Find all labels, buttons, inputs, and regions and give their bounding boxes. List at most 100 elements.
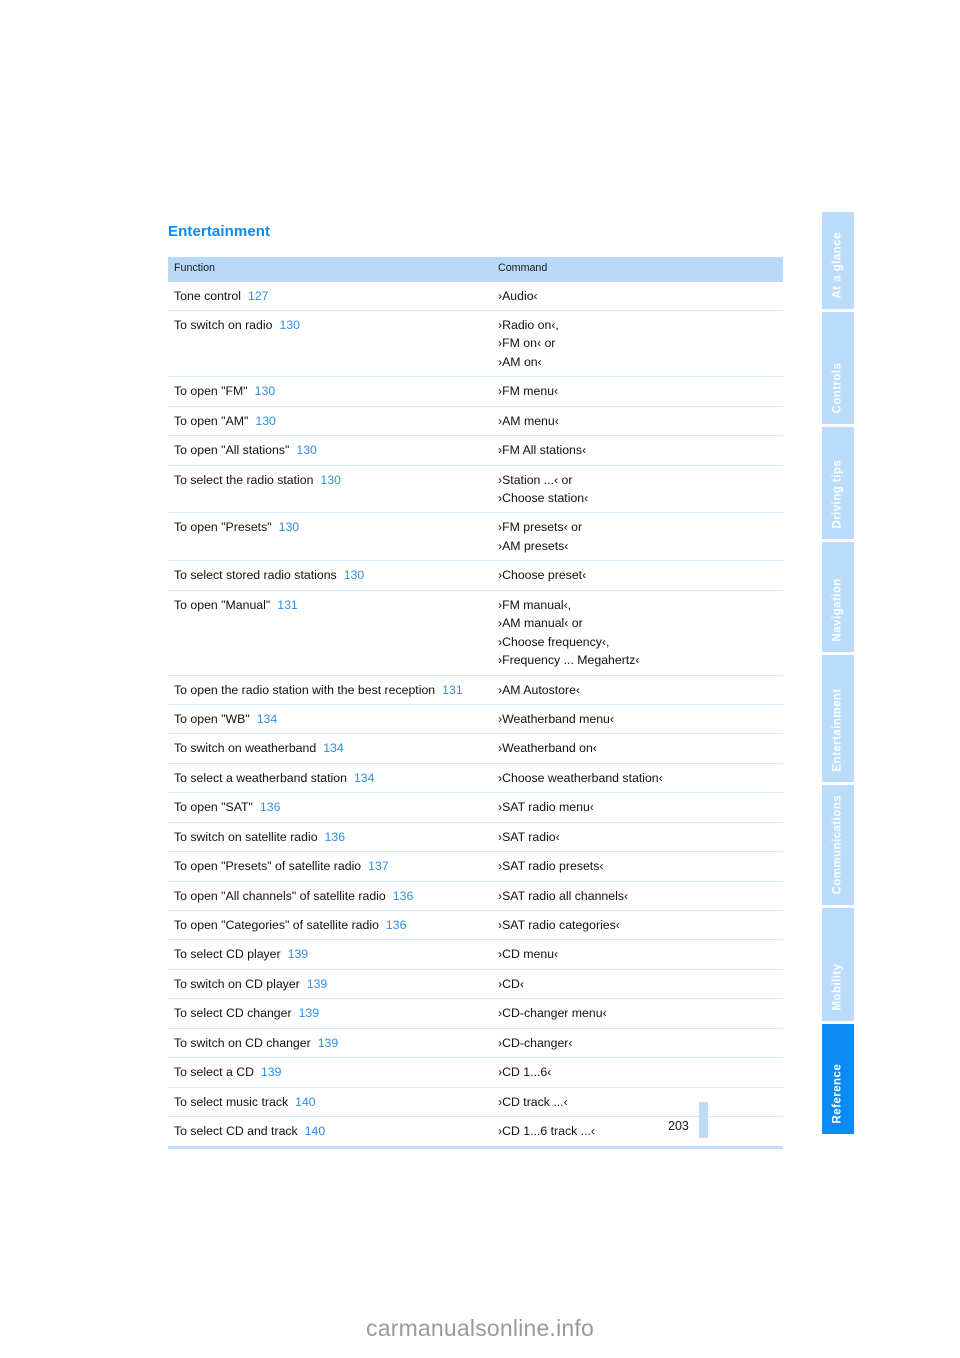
page-reference-link[interactable]: 134 bbox=[323, 741, 344, 755]
table-row: To select stored radio stations 130 ›Choos… bbox=[168, 560, 783, 591]
command-line: ›AM Autostore‹ bbox=[498, 682, 581, 697]
function-label: To select the radio station bbox=[174, 472, 314, 487]
page-reference-link[interactable]: 131 bbox=[277, 598, 298, 612]
cell-function: To select a CD 139 bbox=[168, 1057, 492, 1088]
command-line: ›SAT radio presets‹ bbox=[498, 859, 604, 874]
page-reference-link[interactable]: 137 bbox=[368, 859, 389, 873]
manual-page: Entertainment Function Command Tone cont… bbox=[0, 0, 960, 1358]
page-reference-link[interactable]: 136 bbox=[393, 889, 414, 903]
page-reference-link[interactable]: 130 bbox=[320, 473, 341, 487]
command-line: ›SAT radio menu‹ bbox=[498, 800, 594, 815]
cell-function: To open "Categories" of satellite radio 1… bbox=[168, 909, 492, 940]
cell-function: To open "Presets" of satellite radio 137 bbox=[168, 851, 492, 882]
function-label: To open "Presets" bbox=[174, 520, 272, 535]
chapter-tab-communications[interactable]: Communications bbox=[822, 785, 854, 905]
chapter-tab-mobility[interactable]: Mobility bbox=[822, 908, 854, 1021]
command-line: ›Frequency ... Megahertz‹ bbox=[498, 653, 640, 668]
page-reference-link[interactable]: 140 bbox=[295, 1095, 316, 1109]
command-line: ›AM menu‹ bbox=[498, 413, 559, 428]
chapter-tab-label: Communications bbox=[831, 794, 844, 894]
cell-command: ›Weatherband on‹ bbox=[492, 733, 783, 764]
page-reference-link[interactable]: 139 bbox=[288, 947, 309, 961]
page-reference-link[interactable]: 139 bbox=[307, 977, 328, 991]
cell-function: To select a weatherband station 134 bbox=[168, 762, 492, 793]
cell-function: To select CD player 139 bbox=[168, 939, 492, 970]
command-line: ›FM menu‹ bbox=[498, 384, 559, 399]
page-reference-link[interactable]: 134 bbox=[354, 771, 375, 785]
page-reference-link[interactable]: 136 bbox=[260, 800, 281, 814]
page-reference-link[interactable]: 130 bbox=[296, 443, 317, 457]
page-reference-link[interactable]: 131 bbox=[442, 683, 463, 697]
chapter-tab-driving-tips[interactable]: Driving tips bbox=[822, 427, 854, 539]
cell-command: ›SAT radio‹ bbox=[492, 821, 783, 852]
table-row: To open "All stations" 130 ›FM All station… bbox=[168, 435, 783, 466]
chapter-tab-navigation[interactable]: Navigation bbox=[822, 542, 854, 652]
command-line: ›Audio‹ bbox=[498, 288, 538, 303]
table-row: To select a weatherband station 134 ›Choos… bbox=[168, 762, 783, 793]
page-reference-link[interactable]: 130 bbox=[279, 520, 300, 534]
function-label: To open "Manual" bbox=[174, 597, 271, 612]
cell-function: To switch on CD changer 139 bbox=[168, 1027, 492, 1058]
page-reference-link[interactable]: 139 bbox=[318, 1036, 339, 1050]
cell-command: ›FM All stations‹ bbox=[492, 435, 783, 466]
cell-command: ›CD menu‹ bbox=[492, 939, 783, 970]
page-reference-link[interactable]: 127 bbox=[248, 289, 269, 303]
cell-command: ›SAT radio menu‹ bbox=[492, 792, 783, 823]
command-line: ›Choose weatherband station‹ bbox=[498, 770, 663, 785]
chapter-tab-label: Controls bbox=[831, 362, 844, 413]
command-line: ›CD-changer‹ bbox=[498, 1035, 573, 1050]
table-row: To open "Manual" 131 ›FM manual‹, ›AM manua… bbox=[168, 589, 783, 675]
cell-command: ›CD 1...6 track ...‹ bbox=[492, 1116, 783, 1149]
function-label: To switch on satellite radio bbox=[174, 829, 318, 844]
function-label: To open "AM" bbox=[174, 413, 249, 428]
table-row: To open "Presets" of satellite radio 137 ›… bbox=[168, 851, 783, 882]
table-row: To open "FM" 130 ›FM menu‹ bbox=[168, 376, 783, 407]
table-row: To open the radio station with the best … bbox=[168, 674, 783, 705]
function-label: To select stored radio stations bbox=[174, 568, 337, 583]
cell-function: To select CD changer 139 bbox=[168, 998, 492, 1029]
page-reference-link[interactable]: 130 bbox=[279, 318, 300, 332]
page-number: 203 bbox=[668, 1119, 689, 1134]
folio-rule bbox=[698, 1102, 708, 1138]
page-reference-link[interactable]: 140 bbox=[305, 1124, 326, 1138]
table-row: To open "AM" 130 ›AM menu‹ bbox=[168, 405, 783, 436]
table-header: Function Command bbox=[168, 256, 783, 282]
function-label: To switch on radio bbox=[174, 317, 273, 332]
cell-function: To open "FM" 130 bbox=[168, 376, 492, 407]
command-line: ›AM on‹ bbox=[498, 354, 542, 369]
page-content: Entertainment Function Command Tone cont… bbox=[168, 223, 783, 1149]
site-watermark: carmanualsonline.info bbox=[366, 1315, 594, 1341]
chapter-tab-entertainment[interactable]: Entertainment bbox=[822, 655, 854, 782]
cell-function: To open "Manual" 131 bbox=[168, 589, 492, 675]
cell-function: To switch on CD player 139 bbox=[168, 968, 492, 999]
page-title: Entertainment bbox=[168, 223, 271, 240]
cell-command: ›CD track ...‹ bbox=[492, 1086, 783, 1117]
page-reference-link[interactable]: 139 bbox=[299, 1006, 320, 1020]
cell-command: ›CD-changer‹ bbox=[492, 1027, 783, 1058]
table-row: To select music track 140 ›CD track ...‹ bbox=[168, 1086, 783, 1117]
command-line: ›Choose preset‹ bbox=[498, 568, 587, 583]
chapter-tab-reference[interactable]: Reference bbox=[822, 1024, 854, 1134]
chapter-tab-at-a-glance[interactable]: At a glance bbox=[822, 212, 854, 309]
function-label: To select CD player bbox=[174, 947, 281, 962]
chapter-tab-strip: At a glance Controls Driving tips Navigatio… bbox=[822, 212, 854, 1137]
page-reference-link[interactable]: 136 bbox=[386, 918, 407, 932]
page-reference-link[interactable]: 139 bbox=[261, 1065, 282, 1079]
chapter-tab-controls[interactable]: Controls bbox=[822, 312, 854, 424]
cell-command: ›SAT radio presets‹ bbox=[492, 851, 783, 882]
page-reference-link[interactable]: 130 bbox=[344, 568, 365, 582]
function-label: Tone control bbox=[174, 288, 241, 303]
cell-command: ›Station ...‹ or ›Choose station‹ bbox=[492, 464, 783, 513]
page-reference-link[interactable]: 134 bbox=[257, 712, 278, 726]
table-row: To select the radio station 130 ›Station .… bbox=[168, 464, 783, 513]
function-label: To open "WB" bbox=[174, 711, 250, 726]
page-reference-link[interactable]: 136 bbox=[325, 830, 346, 844]
table-row: To switch on satellite radio 136 ›SAT radi… bbox=[168, 821, 783, 852]
function-label: To open the radio station with the best … bbox=[174, 682, 436, 697]
cell-function: To select stored radio stations 130 bbox=[168, 560, 492, 591]
page-reference-link[interactable]: 130 bbox=[255, 384, 276, 398]
page-reference-link[interactable]: 130 bbox=[255, 414, 276, 428]
cell-command: ›AM Autostore‹ bbox=[492, 674, 783, 705]
cell-command: ›SAT radio categories‹ bbox=[492, 909, 783, 940]
function-label: To select a CD bbox=[174, 1065, 254, 1080]
